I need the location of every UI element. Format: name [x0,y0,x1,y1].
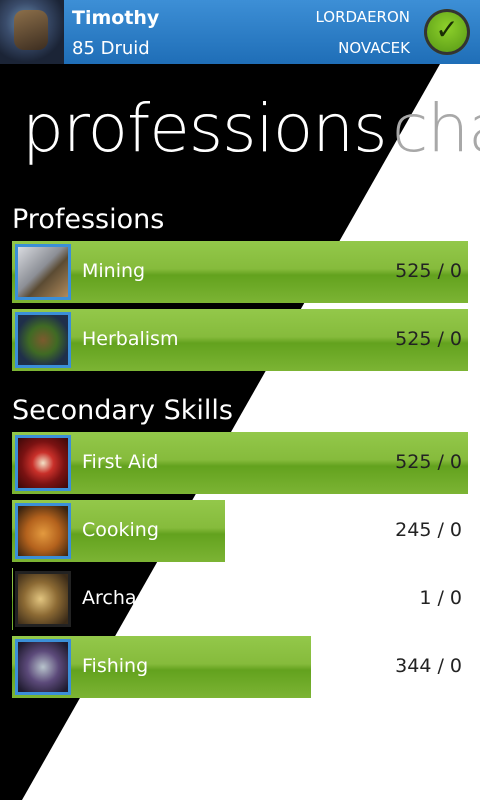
confirm-button[interactable]: ✓ [424,9,470,55]
profession-skill-value: 525 / 0 [395,260,462,282]
checkmark-icon: ✓ [435,13,459,46]
character-name: Timothy [72,7,160,29]
guild-name: NOVACEK [338,39,410,57]
cooking-turkey-icon [15,503,71,559]
profession-skill-value: 525 / 0 [395,328,462,350]
profession-row-mining[interactable]: Mining 525 / 0 [12,241,468,303]
progress-bar [12,568,13,630]
skill-value: 525 / 0 [395,451,462,473]
skill-name: First Aid [82,451,159,473]
skill-row-archaeology[interactable]: Archaeology 1 / 0 [12,568,468,630]
profession-name: Mining [82,260,146,282]
skill-value: 1 / 0 [419,587,462,609]
panorama-title: professions [22,90,388,167]
archaeology-icon [15,571,71,627]
character-avatar[interactable] [0,0,64,64]
character-header: Timothy 85 Druid LORDAERON NOVACEK ✓ [0,0,480,64]
skill-name: Archaeology [82,587,201,609]
mining-pick-icon [15,244,71,300]
first-aid-icon [15,435,71,491]
skill-row-cooking[interactable]: Cooking 245 / 0 [12,500,468,562]
skill-row-fishing[interactable]: Fishing 344 / 0 [12,636,468,698]
character-level-class: 85 Druid [72,38,150,59]
profession-name: Herbalism [82,328,179,350]
skill-value: 344 / 0 [395,655,462,677]
skill-name: Cooking [82,519,159,541]
herbalism-leaf-icon [15,312,71,368]
skill-value: 245 / 0 [395,519,462,541]
next-panorama-title[interactable]: cha [392,90,480,167]
secondary-skills-heading: Secondary Skills [12,395,233,426]
realm-name: LORDAERON [315,8,410,26]
profession-row-herbalism[interactable]: Herbalism 525 / 0 [12,309,468,371]
fishing-hook-icon [15,639,71,695]
professions-heading: Professions [12,204,165,235]
skill-name: Fishing [82,655,149,677]
skill-row-first-aid[interactable]: First Aid 525 / 0 [12,432,468,494]
